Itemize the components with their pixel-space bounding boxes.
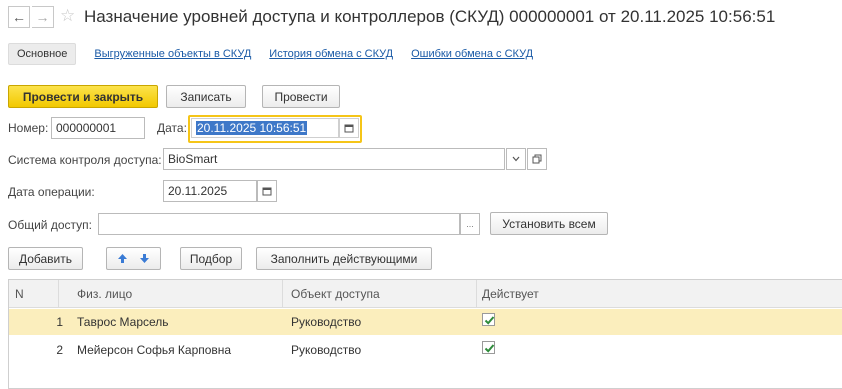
date-value: 20.11.2025 10:56:51 — [196, 121, 308, 135]
row-active-checkbox[interactable] — [482, 341, 495, 354]
operation-date-value: 20.11.2025 — [168, 184, 228, 198]
operation-date-field[interactable]: 20.11.2025 — [163, 180, 257, 202]
row-active-checkbox[interactable] — [482, 313, 495, 326]
post-and-close-button[interactable]: Провести и закрыть — [8, 85, 158, 108]
date-label: Дата: — [157, 121, 187, 135]
date-calendar-button[interactable] — [339, 118, 359, 138]
checkmark-icon — [484, 344, 495, 353]
row-person: Таврос Марсель — [77, 315, 169, 329]
operation-date-calendar-button[interactable] — [257, 180, 277, 202]
post-button[interactable]: Провести — [262, 85, 340, 108]
move-up-button[interactable] — [112, 253, 134, 264]
window-title: Назначение уровней доступа и контроллеро… — [84, 7, 776, 26]
tab-exchange-errors[interactable]: Ошибки обмена с СКУД — [411, 48, 533, 60]
tab-main[interactable]: Основное — [8, 43, 77, 65]
pick-button[interactable]: Подбор — [180, 247, 242, 270]
common-access-field[interactable] — [98, 213, 460, 235]
system-label: Система контроля доступа: — [8, 153, 162, 167]
row-number: 1 — [56, 315, 63, 329]
operation-date-label: Дата операции: — [8, 185, 95, 199]
section-tabs: Основное Выгруженные объекты в СКУД Исто… — [8, 41, 533, 67]
system-field[interactable]: BioSmart — [163, 148, 505, 170]
tab-exchange-history[interactable]: История обмена с СКУД — [269, 48, 393, 60]
table-header: N Физ. лицо Объект доступа Действует — [9, 280, 842, 308]
row-person: Мейерсон Софья Карповна — [77, 343, 232, 357]
fill-active-button[interactable]: Заполнить действующими — [256, 247, 432, 270]
forward-button[interactable]: → — [32, 6, 54, 28]
system-value: BioSmart — [168, 152, 218, 166]
column-header-active[interactable]: Действует — [477, 280, 842, 308]
column-header-person[interactable]: Физ. лицо — [59, 280, 283, 308]
ellipsis-icon: ... — [466, 219, 474, 229]
move-buttons — [106, 247, 161, 270]
row-access-object: Руководство — [291, 315, 362, 329]
date-field[interactable]: 20.11.2025 10:56:51 — [191, 118, 339, 138]
back-button[interactable]: ← — [8, 6, 30, 28]
number-field[interactable]: 000000001 — [51, 117, 145, 139]
row-access-object: Руководство — [291, 343, 362, 357]
checkmark-icon — [484, 316, 495, 325]
tab-exported-objects[interactable]: Выгруженные объекты в СКУД — [94, 48, 251, 60]
set-all-button[interactable]: Установить всем — [490, 212, 608, 235]
calendar-icon — [344, 124, 354, 133]
system-dropdown-button[interactable] — [506, 148, 526, 170]
chevron-down-icon — [512, 156, 520, 162]
number-value: 000000001 — [56, 121, 117, 135]
move-down-button[interactable] — [134, 253, 156, 264]
access-table: N Физ. лицо Объект доступа Действует 1 Т… — [8, 279, 842, 389]
column-header-n[interactable]: N — [9, 280, 59, 308]
system-open-button[interactable] — [527, 148, 547, 170]
column-header-access-object[interactable]: Объект доступа — [283, 280, 477, 308]
add-row-button[interactable]: Добавить — [8, 247, 83, 270]
table-row[interactable]: 2 Мейерсон Софья Карповна Руководство — [9, 337, 842, 363]
common-access-label: Общий доступ: — [8, 218, 92, 232]
number-label: Номер: — [8, 121, 49, 135]
favorite-star-icon[interactable]: ☆ — [60, 6, 75, 26]
common-access-select-button[interactable]: ... — [460, 213, 480, 235]
arrow-down-icon — [140, 254, 149, 263]
calendar-icon — [262, 187, 272, 196]
arrow-left-icon: ← — [12, 9, 26, 25]
row-number: 2 — [56, 343, 63, 357]
open-copy-icon — [532, 154, 542, 164]
table-row[interactable]: 1 Таврос Марсель Руководство — [9, 309, 842, 335]
save-button[interactable]: Записать — [166, 85, 246, 108]
arrow-right-icon: → — [35, 9, 50, 25]
arrow-up-icon — [118, 254, 127, 263]
